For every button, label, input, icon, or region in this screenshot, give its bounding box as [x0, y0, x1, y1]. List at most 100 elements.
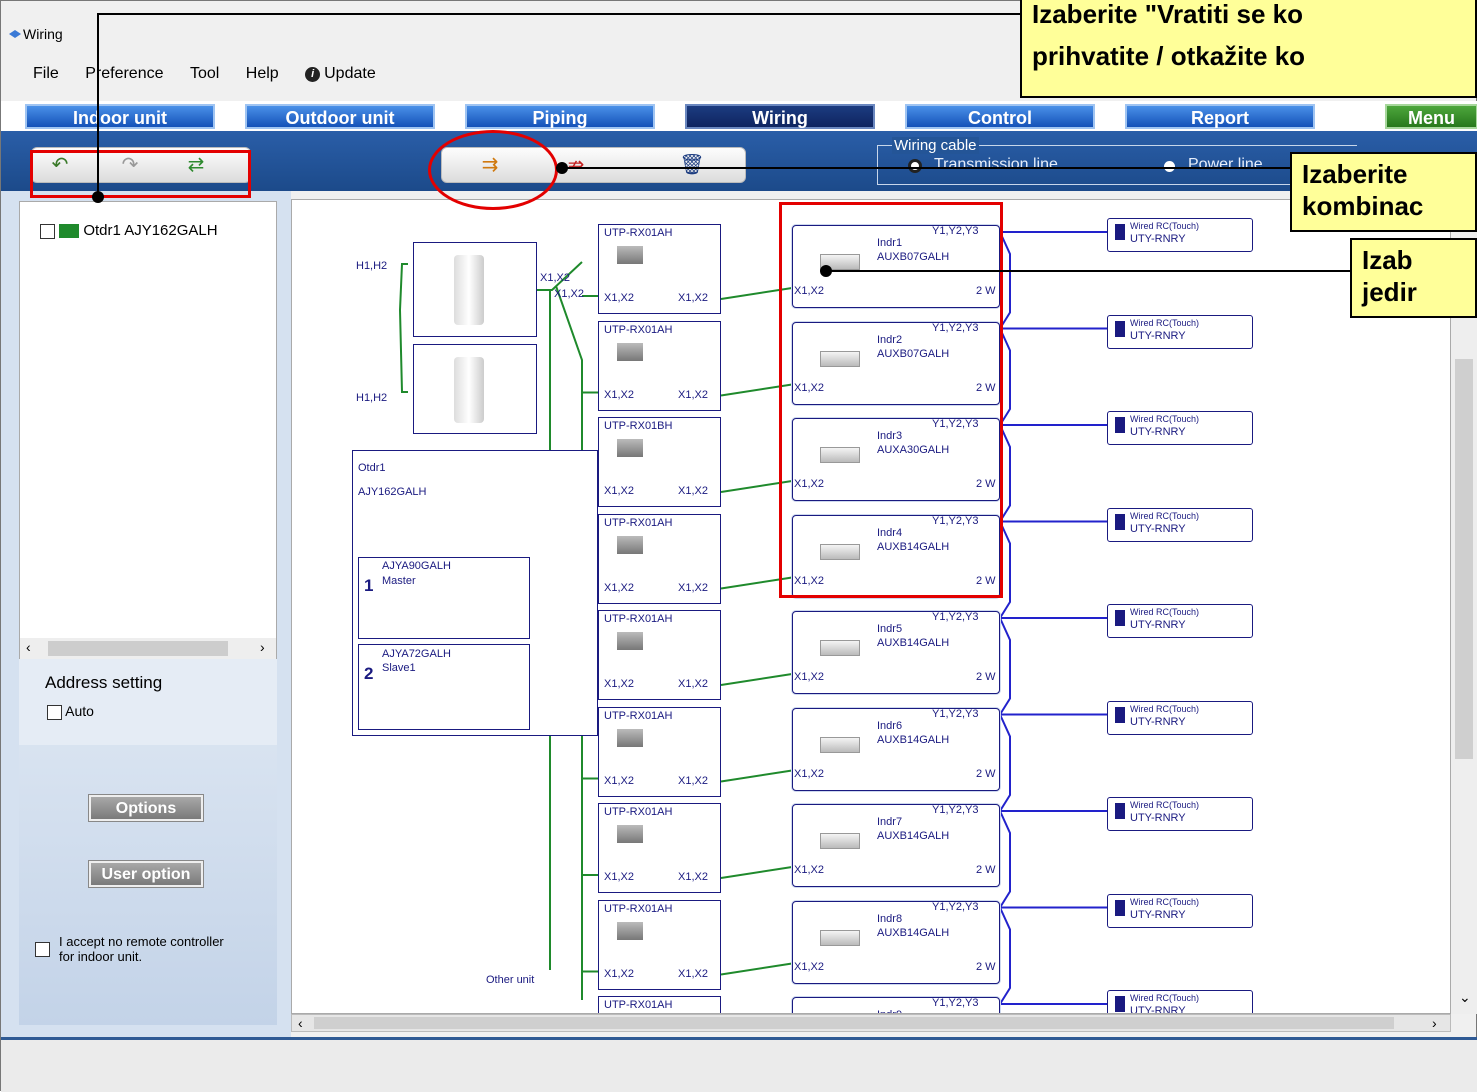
indoor-name: Indr6 [877, 719, 903, 732]
callout-combination: Izaberite kombinac [1290, 152, 1477, 232]
adapter-in: X1,X2 [604, 871, 634, 883]
indoor-model: AUXB14GALH [877, 926, 950, 939]
outdoor-unit-2[interactable] [413, 344, 537, 434]
auto-option[interactable]: Auto [47, 703, 94, 720]
wire [999, 810, 1011, 909]
tab-control[interactable]: Control [905, 104, 1095, 129]
rc-type: Wired RC(Touch) [1130, 800, 1200, 810]
vscroll-thumb[interactable] [1455, 359, 1473, 759]
power-line-radio[interactable] [1164, 161, 1175, 172]
wire [720, 866, 793, 879]
scroll-right-icon[interactable]: › [260, 639, 265, 655]
highlight-indoor-units [779, 202, 1003, 598]
tab-indoor-unit[interactable]: Indoor unit [25, 104, 215, 129]
rc-model: UTY-RNRY [1130, 812, 1186, 824]
adapter-image [617, 535, 643, 554]
tab-report[interactable]: Report [1125, 104, 1315, 129]
diagram-hscroll[interactable]: ‹ › [291, 1014, 1451, 1032]
h-label-2: H1,H2 [356, 392, 388, 404]
callout-undo: Izaberite "Vratiti se ko prihvatite / ot… [1020, 0, 1477, 98]
callout-combination-line2: kombinac [1302, 191, 1424, 221]
indoor-unit-image [820, 833, 860, 849]
accept-line2: for indoor unit. [59, 949, 143, 964]
indoor-x-label: X1,X2 [794, 767, 824, 780]
window-title: Wiring [23, 26, 63, 42]
accept-checkbox[interactable] [35, 942, 50, 957]
wiring-cable-label: Wiring cable [892, 137, 979, 154]
menu-tool[interactable]: Tool [190, 65, 219, 83]
h-label-1: H1,H2 [356, 260, 388, 272]
remote-icon [1115, 224, 1125, 240]
module-slave-number: 2 [364, 664, 374, 683]
wire [720, 962, 793, 976]
wiring-cable-group: Wiring cable Transmission line Power lin… [877, 137, 1357, 185]
adapter-in: X1,X2 [604, 967, 634, 980]
menu-help[interactable]: Help [246, 65, 279, 83]
user-option-button[interactable]: User option [88, 860, 204, 888]
adapter-in: X1,X2 [604, 388, 634, 401]
wire [720, 769, 793, 783]
tree-item-checkbox[interactable] [40, 223, 55, 239]
auto-checkbox[interactable] [47, 704, 62, 720]
indoor-y-label: Y1,Y2,Y3 [932, 804, 979, 816]
indoor-unit-image [820, 929, 860, 946]
disconnect-wiring-icon[interactable]: ⇏ [562, 152, 590, 178]
menu-preference[interactable]: Preference [85, 65, 163, 83]
indoor-x-label: X1,X2 [794, 864, 824, 876]
transmission-radio[interactable] [908, 159, 922, 173]
hscroll-right-icon[interactable]: › [1432, 1015, 1437, 1031]
indoor-x-label: X1,X2 [794, 671, 824, 683]
menu-update[interactable]: i Update [305, 65, 376, 83]
other-unit-label: Other unit [486, 974, 535, 986]
rc-type: Wired RC(Touch) [1130, 414, 1200, 424]
callout-units-line1: Izab [1362, 245, 1413, 275]
rc-model: UTY-RNRY [1130, 908, 1186, 921]
hscroll-thumb[interactable] [314, 1017, 1394, 1029]
options-button[interactable]: Options [88, 794, 204, 822]
menu-update-label: Update [324, 65, 376, 82]
tab-menu[interactable]: Menu [1385, 104, 1477, 129]
rc-type: Wired RC(Touch) [1130, 703, 1200, 714]
tree-item-otdr1[interactable]: Otdr1 AJY162GALH [40, 222, 218, 239]
remote-icon [1115, 706, 1125, 723]
adapter-in: X1,X2 [604, 774, 634, 787]
scroll-left-icon[interactable]: ‹ [26, 639, 31, 655]
indoor-model: AUXB14GALH [877, 733, 950, 746]
adapter-out: X1,X2 [678, 678, 708, 690]
tree-scroll-thumb[interactable] [48, 641, 228, 656]
wire [999, 714, 1011, 812]
vscroll-down-icon[interactable]: ⌄ [1459, 989, 1471, 1006]
tab-wiring[interactable]: Wiring [685, 104, 875, 129]
tree-hscroll[interactable]: ‹ › [20, 638, 276, 660]
indoor-y-label: Y1,Y2,Y3 [932, 611, 979, 623]
module-master-model: AJYA90GALH [382, 560, 451, 572]
accept-no-remote[interactable]: I accept no remote controller for indoor… [35, 934, 275, 964]
callout-combination-line1: Izaberite [1302, 159, 1408, 189]
rc-type: Wired RC(Touch) [1130, 607, 1200, 617]
hscroll-left-icon[interactable]: ‹ [298, 1015, 303, 1031]
rc-model: UTY-RNRY [1130, 522, 1186, 535]
auto-label: Auto [65, 703, 94, 719]
delete-trash-icon[interactable]: 🗑 [678, 152, 706, 178]
diagram-vscroll[interactable]: ⌄ [1451, 199, 1477, 1014]
callout-units: Izab jedir [1350, 238, 1477, 318]
wire [720, 673, 793, 686]
adapter-out: X1,X2 [678, 774, 708, 787]
info-icon: i [305, 67, 321, 82]
indoor-name: Indr7 [877, 816, 903, 828]
adapter-model: UTP-RX01AH [604, 613, 673, 625]
outdoor-unit-icon [59, 224, 80, 239]
indoor-power: 2 W [976, 864, 996, 876]
tab-piping[interactable]: Piping [465, 104, 655, 129]
outdoor-name: Otdr1 [358, 462, 386, 474]
module-master-role: Master [382, 575, 416, 587]
wire [999, 617, 1011, 716]
menu-file[interactable]: File [33, 65, 59, 83]
app-logo-icon [9, 30, 21, 38]
outdoor-unit-1[interactable] [413, 242, 537, 337]
tab-outdoor-unit[interactable]: Outdoor unit [245, 104, 435, 129]
remote-icon [1115, 996, 1125, 1012]
adapter-out: X1,X2 [678, 388, 708, 401]
adapter-model: UTP-RX01AH [604, 323, 673, 336]
rc-model: UTY-RNRY [1130, 329, 1186, 342]
